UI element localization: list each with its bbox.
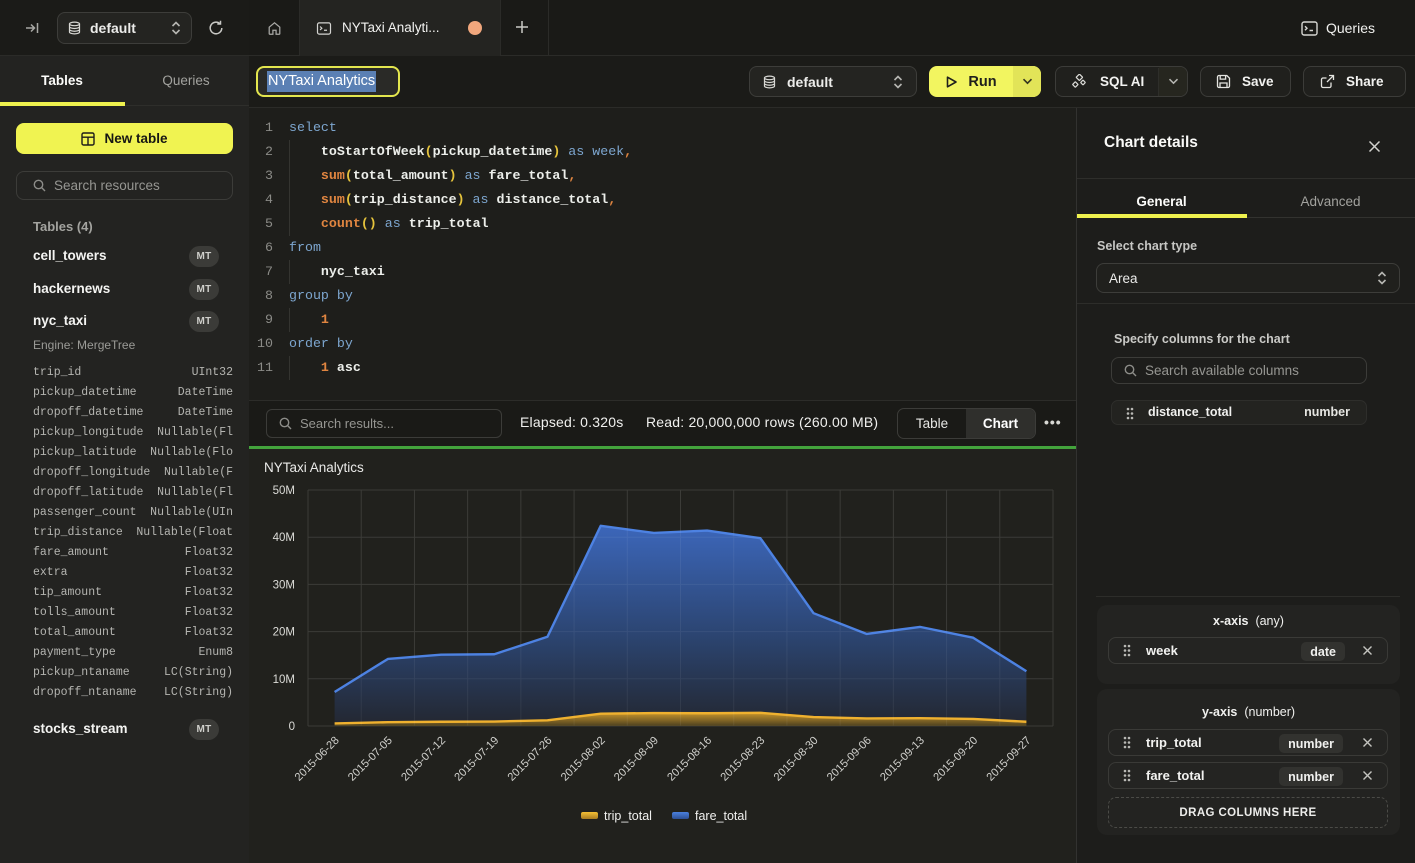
svg-text:2015-07-19: 2015-07-19 [452, 735, 501, 784]
svg-text:30M: 30M [273, 579, 295, 591]
svg-text:50M: 50M [273, 485, 295, 497]
svg-text:2015-08-16: 2015-08-16 [665, 735, 714, 784]
svg-text:2015-07-26: 2015-07-26 [506, 735, 555, 784]
svg-text:2015-07-12: 2015-07-12 [399, 735, 448, 784]
svg-text:10M: 10M [273, 674, 295, 686]
svg-text:2015-08-09: 2015-08-09 [612, 735, 661, 784]
svg-text:20M: 20M [273, 627, 295, 639]
svg-text:2015-09-27: 2015-09-27 [985, 735, 1034, 784]
svg-text:trip_total: trip_total [604, 809, 652, 823]
svg-text:2015-07-05: 2015-07-05 [346, 735, 395, 784]
svg-text:2015-08-30: 2015-08-30 [772, 735, 821, 784]
svg-text:fare_total: fare_total [695, 809, 747, 823]
svg-text:2015-08-23: 2015-08-23 [718, 735, 767, 784]
svg-text:2015-09-20: 2015-09-20 [931, 735, 980, 784]
svg-text:40M: 40M [273, 532, 295, 544]
svg-text:2015-09-06: 2015-09-06 [825, 735, 874, 784]
svg-text:0: 0 [289, 721, 295, 733]
svg-text:2015-09-13: 2015-09-13 [878, 735, 927, 784]
svg-text:2015-08-02: 2015-08-02 [559, 735, 608, 784]
svg-text:2015-06-28: 2015-06-28 [293, 735, 342, 784]
